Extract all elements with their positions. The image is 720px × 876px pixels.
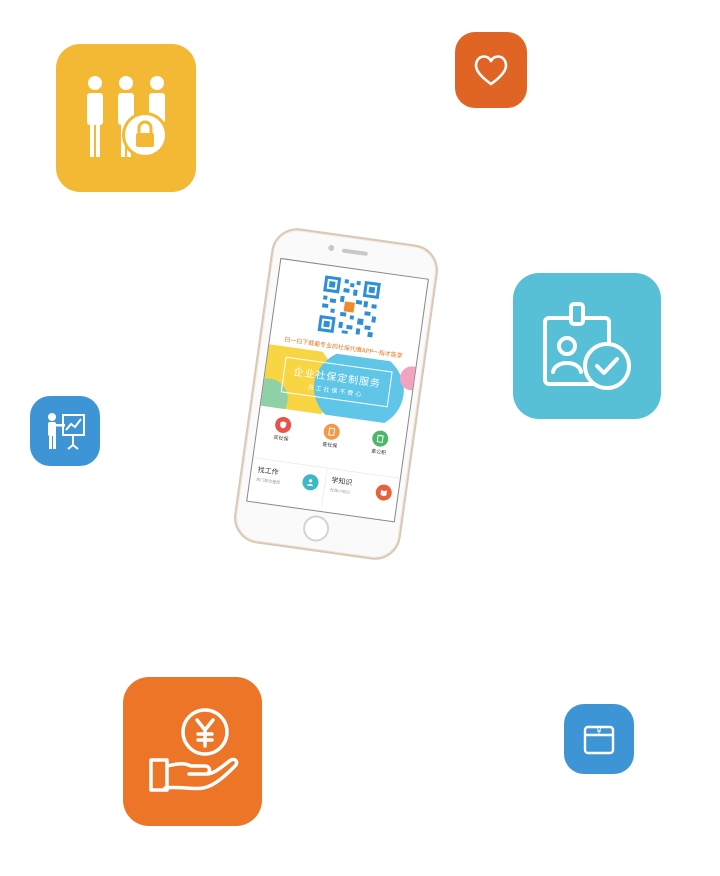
qr-code-graphic bbox=[315, 273, 384, 341]
users-lock-tile[interactable] bbox=[56, 44, 196, 192]
document-icon bbox=[322, 422, 341, 441]
presentation-icon bbox=[48, 413, 85, 450]
yuan-hand-icon bbox=[148, 707, 238, 792]
yuan-wallet-icon: ¥ bbox=[583, 725, 615, 755]
users-lock-icon bbox=[87, 76, 168, 158]
phone-mockup: 扫一扫下载最专业的社保代缴APP一指才能享 企业社保定制服务 员工社保不费心 买… bbox=[230, 224, 442, 564]
clipboard-icon bbox=[371, 429, 390, 448]
card-find-job[interactable]: 找工作 热门职位推荐 bbox=[247, 457, 327, 507]
book-icon bbox=[374, 483, 393, 502]
money-hand-tile[interactable] bbox=[123, 677, 262, 826]
service-buy-insurance[interactable]: 买社保 bbox=[259, 410, 307, 445]
person-icon bbox=[300, 473, 320, 492]
svg-text:¥: ¥ bbox=[596, 727, 601, 736]
id-badge-check-icon bbox=[543, 302, 631, 390]
heart-icon bbox=[474, 55, 508, 86]
qr-code[interactable] bbox=[315, 273, 384, 341]
heart-tile[interactable] bbox=[455, 32, 527, 108]
card-learn[interactable]: 学知识 社保小知识 bbox=[320, 467, 400, 518]
service-check-insurance[interactable]: 查社保 bbox=[308, 417, 356, 452]
presentation-tile[interactable] bbox=[30, 396, 100, 466]
wallet-tile[interactable]: ¥ bbox=[564, 704, 634, 774]
shield-icon bbox=[273, 415, 292, 434]
service-housing-fund[interactable]: 拿公积 bbox=[356, 424, 404, 459]
id-badge-tile[interactable] bbox=[513, 273, 661, 419]
